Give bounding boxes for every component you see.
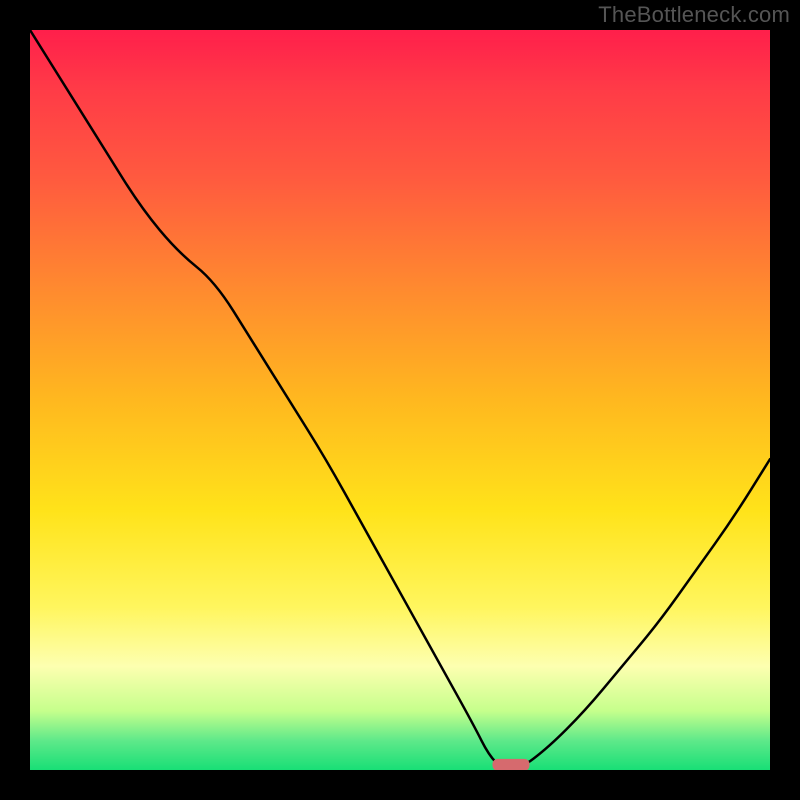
plot-area: [30, 30, 770, 770]
bottleneck-curve: [30, 30, 770, 770]
watermark-text: TheBottleneck.com: [598, 2, 790, 28]
plot-svg: [30, 30, 770, 770]
chart-frame: TheBottleneck.com: [0, 0, 800, 800]
minimum-marker: [493, 759, 530, 770]
